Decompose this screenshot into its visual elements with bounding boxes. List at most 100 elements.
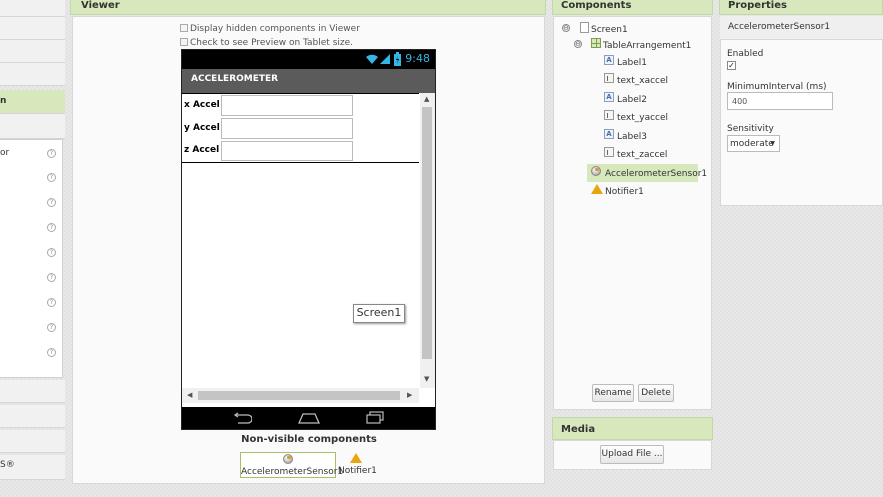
signal-icon bbox=[380, 54, 390, 64]
palette-row[interactable] bbox=[0, 405, 65, 428]
home-icon[interactable] bbox=[297, 412, 321, 424]
horizontal-scroll-thumb[interactable] bbox=[198, 391, 400, 400]
tree-item-label3[interactable]: Label3 bbox=[617, 132, 647, 142]
display-hidden-option[interactable]: Display hidden components in Viewer bbox=[180, 24, 360, 34]
collapse-table-arrangement-icon[interactable]: ⊖ bbox=[574, 40, 582, 48]
palette-section-header[interactable]: n bbox=[0, 90, 65, 114]
minimum-interval-label: MinimumInterval (ms) bbox=[727, 82, 827, 92]
y-accel-label[interactable]: y Accel bbox=[184, 123, 220, 133]
palette-component-list: or ? ? ? ? ? ? ? ? ? bbox=[0, 139, 63, 378]
palette-item-label[interactable]: or bbox=[0, 148, 9, 158]
delete-button[interactable]: Delete bbox=[638, 384, 674, 402]
help-icon[interactable]: ? bbox=[47, 298, 56, 307]
x-accel-textbox[interactable] bbox=[221, 95, 353, 116]
tree-item-text-zaccel[interactable]: text_zaccel bbox=[617, 150, 667, 160]
enabled-label: Enabled bbox=[727, 49, 764, 59]
screen-tooltip: Screen1 bbox=[353, 304, 405, 323]
properties-header: Properties bbox=[719, 0, 883, 15]
palette-row[interactable] bbox=[0, 17, 65, 40]
scroll-up-icon[interactable]: ▲ bbox=[424, 95, 429, 103]
tree-item-text-xaccel[interactable]: text_xaccel bbox=[617, 76, 668, 86]
tablet-preview-checkbox[interactable] bbox=[180, 38, 188, 46]
horizontal-scrollbar[interactable]: ◀ ▶ bbox=[182, 388, 419, 403]
components-header: Components bbox=[552, 0, 713, 15]
scroll-right-icon[interactable]: ▶ bbox=[407, 391, 412, 399]
battery-icon bbox=[394, 52, 401, 66]
label-icon: A bbox=[604, 129, 614, 139]
properties-panel bbox=[720, 16, 883, 206]
rename-button[interactable]: Rename bbox=[592, 384, 634, 402]
help-icon[interactable]: ? bbox=[47, 223, 56, 232]
help-icon[interactable]: ? bbox=[47, 248, 56, 257]
phone-preview[interactable]: 9:48 ACCELEROMETER x Accel y Accel z Acc… bbox=[181, 49, 436, 430]
table-arrangement-icon bbox=[591, 38, 601, 48]
screen-icon bbox=[580, 22, 589, 33]
tree-item-screen1[interactable]: Screen1 bbox=[591, 25, 628, 35]
back-icon[interactable] bbox=[232, 412, 252, 424]
textbox-icon bbox=[604, 73, 614, 83]
label-icon: A bbox=[604, 92, 614, 102]
sensitivity-select[interactable]: moderate ▼ bbox=[727, 135, 780, 152]
help-icon[interactable]: ? bbox=[47, 173, 56, 182]
tree-item-label1[interactable]: Label1 bbox=[617, 58, 647, 68]
android-nav-bar bbox=[182, 407, 435, 429]
warning-icon bbox=[591, 184, 603, 194]
display-hidden-checkbox[interactable] bbox=[180, 24, 188, 32]
app-title-bar: ACCELEROMETER bbox=[182, 69, 435, 93]
textbox-icon bbox=[604, 110, 614, 120]
status-time: 9:48 bbox=[405, 52, 430, 65]
palette-row[interactable] bbox=[0, 40, 65, 63]
display-hidden-label: Display hidden components in Viewer bbox=[190, 24, 360, 34]
enabled-checkbox[interactable]: ✓ bbox=[727, 61, 736, 70]
non-visible-notifier[interactable]: Notifier1 bbox=[338, 452, 378, 478]
help-icon[interactable]: ? bbox=[47, 149, 56, 158]
palette-panel: n or ? ? ? ? ? ? ? ? ? S® bbox=[0, 0, 65, 497]
table-arrangement[interactable]: x Accel y Accel z Accel bbox=[182, 93, 419, 163]
palette-row[interactable] bbox=[0, 63, 65, 86]
z-accel-textbox[interactable] bbox=[221, 141, 353, 161]
non-visible-accelerometer[interactable]: AccelerometerSensor1 bbox=[240, 452, 343, 478]
palette-row[interactable] bbox=[0, 430, 65, 453]
non-visible-components-label: Non-visible components bbox=[241, 434, 377, 445]
warning-icon bbox=[350, 453, 362, 463]
help-icon[interactable]: ? bbox=[47, 323, 56, 332]
help-icon[interactable]: ? bbox=[47, 348, 56, 357]
tree-item-text-yaccel[interactable]: text_yaccel bbox=[617, 113, 668, 123]
properties-title: Properties bbox=[728, 0, 787, 11]
properties-component-name: AccelerometerSensor1 bbox=[720, 16, 883, 40]
media-header: Media bbox=[552, 417, 713, 440]
help-icon[interactable]: ? bbox=[47, 198, 56, 207]
z-accel-label[interactable]: z Accel bbox=[184, 145, 219, 155]
components-title: Components bbox=[561, 0, 632, 11]
scroll-down-icon[interactable]: ▼ bbox=[424, 375, 429, 383]
media-title: Media bbox=[561, 424, 596, 435]
palette-row[interactable] bbox=[0, 380, 65, 403]
vertical-scrollbar[interactable]: ▲ ▼ bbox=[420, 93, 435, 388]
palette-row-label: S® bbox=[0, 460, 15, 470]
vertical-scroll-thumb[interactable] bbox=[422, 107, 432, 359]
scroll-left-icon[interactable]: ◀ bbox=[187, 391, 192, 399]
x-accel-label[interactable]: x Accel bbox=[184, 100, 220, 110]
palette-section-label: n bbox=[0, 96, 7, 106]
chevron-down-icon: ▼ bbox=[770, 140, 775, 147]
textbox-icon bbox=[604, 147, 614, 157]
tablet-preview-option[interactable]: Check to see Preview on Tablet size. bbox=[180, 38, 353, 48]
palette-row[interactable]: S® bbox=[0, 455, 65, 480]
minimum-interval-input[interactable]: 400 bbox=[727, 92, 833, 110]
upload-file-button[interactable]: Upload File ... bbox=[600, 445, 664, 464]
non-visible-notifier-label: Notifier1 bbox=[338, 466, 377, 476]
status-bar: 9:48 bbox=[182, 50, 435, 69]
tree-item-tablearrangement1[interactable]: TableArrangement1 bbox=[603, 41, 691, 51]
collapse-screen-icon[interactable]: ⊖ bbox=[562, 24, 570, 32]
app-title: ACCELEROMETER bbox=[191, 74, 279, 84]
tree-item-label2[interactable]: Label2 bbox=[617, 95, 647, 105]
minimum-interval-value: 400 bbox=[732, 97, 748, 106]
tree-item-notifier1[interactable]: Notifier1 bbox=[605, 187, 644, 197]
y-accel-textbox[interactable] bbox=[221, 118, 353, 139]
accelerometer-icon bbox=[591, 166, 601, 176]
help-icon[interactable]: ? bbox=[47, 273, 56, 282]
palette-row[interactable] bbox=[0, 0, 65, 17]
palette-row[interactable] bbox=[0, 114, 65, 139]
tree-item-accelerometersensor1[interactable]: AccelerometerSensor1 bbox=[605, 169, 707, 179]
recent-apps-icon[interactable] bbox=[365, 411, 385, 425]
